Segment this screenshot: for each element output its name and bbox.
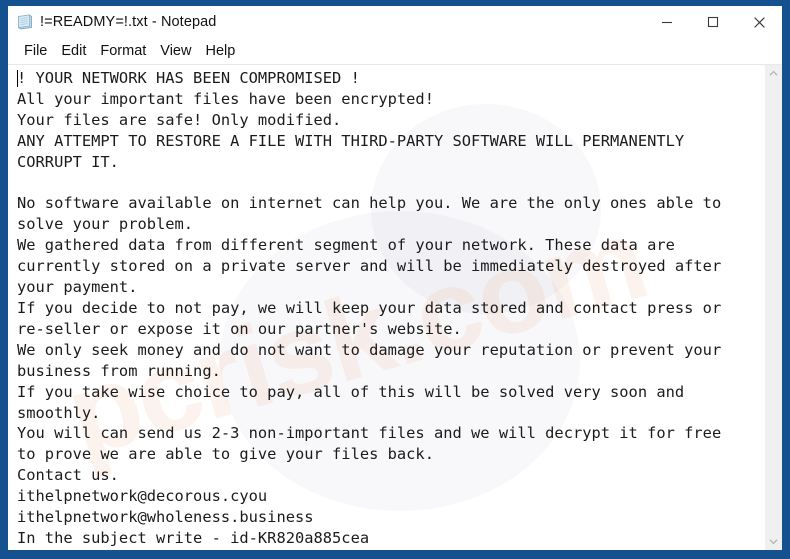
maximize-button[interactable] xyxy=(690,6,736,38)
ransom-note-text[interactable]: ! YOUR NETWORK HAS BEEN COMPROMISED ! Al… xyxy=(8,65,764,549)
scrollbar-up-button[interactable] xyxy=(765,65,782,82)
close-button[interactable] xyxy=(736,6,782,38)
window-controls xyxy=(644,6,782,38)
menu-item-view[interactable]: View xyxy=(153,43,198,59)
menu-item-file[interactable]: File xyxy=(17,43,54,59)
menu-item-edit[interactable]: Edit xyxy=(54,43,93,59)
text-editor[interactable]: pcrisk.com ! YOUR NETWORK HAS BEEN COMPR… xyxy=(8,65,764,550)
minimize-button[interactable] xyxy=(644,6,690,38)
menu-bar: File Edit Format View Help xyxy=(8,38,782,64)
notepad-document-icon xyxy=(16,13,34,31)
menu-item-help[interactable]: Help xyxy=(198,43,242,59)
title-bar[interactable]: !=READMY=!.txt - Notepad xyxy=(8,6,782,38)
editor-area: pcrisk.com ! YOUR NETWORK HAS BEEN COMPR… xyxy=(8,64,782,550)
window-title: !=READMY=!.txt - Notepad xyxy=(40,14,217,30)
menu-item-format[interactable]: Format xyxy=(93,43,153,59)
scrollbar-track[interactable] xyxy=(765,82,782,533)
notepad-window: !=READMY=!.txt - Notepad File Edit Forma… xyxy=(8,6,782,550)
window-frame: !=READMY=!.txt - Notepad File Edit Forma… xyxy=(0,0,790,559)
text-caret xyxy=(17,70,18,87)
vertical-scrollbar[interactable] xyxy=(764,65,782,550)
scrollbar-down-button[interactable] xyxy=(765,533,782,550)
